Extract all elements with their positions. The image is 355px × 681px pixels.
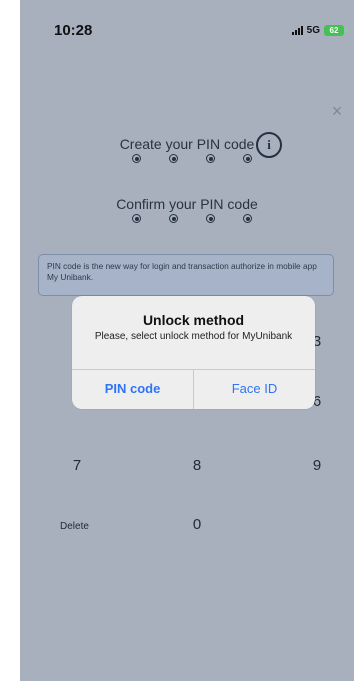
battery-level: 62 [329, 26, 339, 35]
pin-setup-screen: 10:28 5G 62 × Create your PIN code i Con… [20, 0, 354, 681]
keypad-9[interactable]: 9 [302, 457, 332, 474]
keypad-delete[interactable]: Delete [60, 521, 120, 532]
info-icon[interactable]: i [256, 132, 282, 158]
dialog-message: Please, select unlock method for MyUniba… [94, 331, 293, 342]
pin-code-button[interactable]: PIN code [72, 369, 193, 409]
keypad-8[interactable]: 8 [182, 457, 212, 474]
create-pin-dots [132, 154, 252, 164]
face-id-button[interactable]: Face ID [194, 369, 315, 409]
keypad-0[interactable]: 0 [182, 516, 212, 533]
status-indicators: 5G 62 [291, 25, 347, 36]
pin-dot [243, 154, 252, 163]
unlock-method-dialog: Unlock method Please, select unlock meth… [72, 296, 315, 409]
status-bar: 10:28 5G 62 [20, 0, 354, 60]
signal-icon [291, 26, 303, 35]
pin-dot [243, 214, 252, 223]
status-time: 10:28 [54, 22, 93, 39]
phone-screen: 10:28 5G 62 × Create your PIN code i Con… [20, 0, 354, 681]
pin-dot [132, 154, 141, 163]
close-icon[interactable]: × [330, 102, 344, 120]
pin-dot [132, 214, 141, 223]
pin-dot [169, 214, 178, 223]
create-pin-title: Create your PIN code [119, 136, 255, 152]
pin-dot [206, 214, 215, 223]
pin-dot [169, 154, 178, 163]
confirm-pin-title: Confirm your PIN code [116, 196, 258, 212]
confirm-pin-dots [132, 214, 252, 224]
dialog-title: Unlock method [142, 312, 245, 328]
pin-info-notice: PIN code is the new way for login and tr… [38, 254, 334, 296]
keypad-7[interactable]: 7 [62, 457, 92, 474]
network-type: 5G [306, 25, 320, 36]
pin-dot [206, 154, 215, 163]
battery-icon: 62 [324, 25, 347, 36]
